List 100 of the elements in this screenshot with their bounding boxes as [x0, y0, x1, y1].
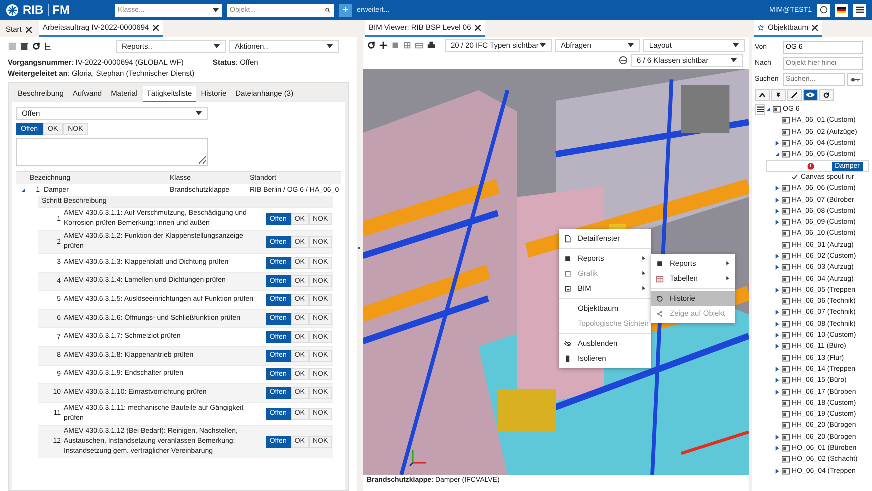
refresh-icon[interactable] [367, 41, 376, 50]
tree-menu-button[interactable] [755, 104, 765, 115]
caret-icon [327, 44, 333, 49]
expand-icon [775, 390, 780, 395]
expand-icon [775, 378, 780, 384]
menu-icon [756, 106, 764, 113]
alert-icon [807, 162, 816, 170]
expand-icon [775, 254, 780, 259]
edit-button[interactable] [787, 89, 802, 101]
object-icon [782, 253, 790, 260]
table-icon [656, 274, 664, 282]
expand-icon [775, 468, 780, 474]
expand-icon [775, 322, 780, 327]
submenu-arrow-icon [726, 276, 730, 281]
window-icon [564, 284, 572, 292]
hierarchy-icon[interactable] [44, 42, 53, 51]
history-icon [656, 294, 664, 302]
flag-icon [837, 7, 846, 13]
object-icon [782, 320, 790, 328]
object-icon [782, 128, 790, 136]
object-icon [782, 332, 790, 340]
object-icon [782, 388, 790, 396]
object-icon [782, 366, 790, 373]
object-icon [782, 140, 790, 148]
object-icon [782, 151, 790, 158]
object-icon [782, 400, 790, 407]
key-button[interactable] [847, 73, 863, 86]
share-icon [656, 310, 664, 318]
object-icon [782, 276, 790, 283]
collapse-icon[interactable] [20, 188, 26, 192]
object-icon [782, 185, 790, 192]
object-icon [782, 456, 790, 464]
print-icon[interactable] [427, 41, 436, 50]
axes-icon [409, 447, 429, 467]
check-icon [791, 174, 799, 181]
object-icon [782, 354, 790, 362]
close-icon [153, 24, 160, 30]
chevron-up-icon [759, 92, 766, 98]
logo-text: RIB [23, 3, 44, 17]
expand-icon [775, 186, 780, 192]
object-icon [782, 468, 790, 475]
eye-icon [806, 92, 815, 98]
delete-icon[interactable] [20, 42, 29, 51]
move-icon[interactable] [379, 41, 388, 50]
object-icon [782, 411, 790, 418]
refresh-button[interactable] [819, 89, 834, 101]
menu-icon [856, 6, 864, 14]
table-icon[interactable] [415, 41, 424, 50]
close-icon [26, 26, 32, 32]
visibility-button[interactable] [803, 89, 818, 101]
chat-icon [820, 6, 828, 14]
pin-icon [775, 92, 782, 98]
app-name: FM [52, 3, 70, 17]
comment-field[interactable] [16, 138, 208, 166]
key-icon [850, 76, 860, 82]
grid-icon[interactable] [403, 41, 412, 50]
pin-button[interactable] [771, 89, 786, 101]
caret-icon [732, 43, 739, 48]
object-icon [782, 422, 790, 430]
object-icon [782, 377, 790, 384]
caret-icon [540, 43, 546, 48]
expand-icon [775, 141, 780, 146]
object-icon [782, 343, 790, 350]
expand-icon [775, 366, 780, 372]
visibility-icon [619, 56, 628, 65]
object-icon [782, 434, 790, 441]
collapse-icon [775, 152, 780, 158]
collapse-button[interactable] [755, 89, 770, 101]
submenu-arrow-icon [726, 261, 730, 266]
refresh-icon [823, 92, 830, 98]
submenu-arrow-icon [642, 256, 646, 261]
object-icon [782, 286, 790, 294]
object-icon [782, 298, 790, 306]
refresh-icon[interactable] [32, 42, 41, 51]
search-icon [325, 8, 331, 12]
close-icon [475, 24, 482, 30]
caret-icon [213, 8, 219, 12]
object-icon [782, 264, 790, 272]
object-icon [782, 242, 790, 249]
object-icon [782, 445, 790, 452]
expand-icon [775, 310, 780, 316]
object-icon [782, 208, 790, 215]
object-icon [773, 106, 781, 114]
close-icon [812, 24, 818, 30]
expand-icon [775, 434, 780, 440]
caret-icon [196, 111, 202, 116]
logo-icon [6, 4, 19, 16]
expand-icon [775, 265, 780, 270]
object-icon [782, 219, 790, 226]
expand-icon [775, 288, 780, 293]
submenu-arrow-icon [642, 271, 646, 276]
caret-icon [214, 44, 220, 49]
hide-icon [564, 340, 572, 348]
expand-icon [775, 220, 780, 226]
object-icon [782, 117, 790, 124]
object-icon [782, 196, 790, 204]
chat-button[interactable] [817, 4, 830, 16]
language-button[interactable] [835, 4, 848, 16]
menu-button[interactable] [853, 4, 866, 16]
object-icon [782, 230, 790, 238]
